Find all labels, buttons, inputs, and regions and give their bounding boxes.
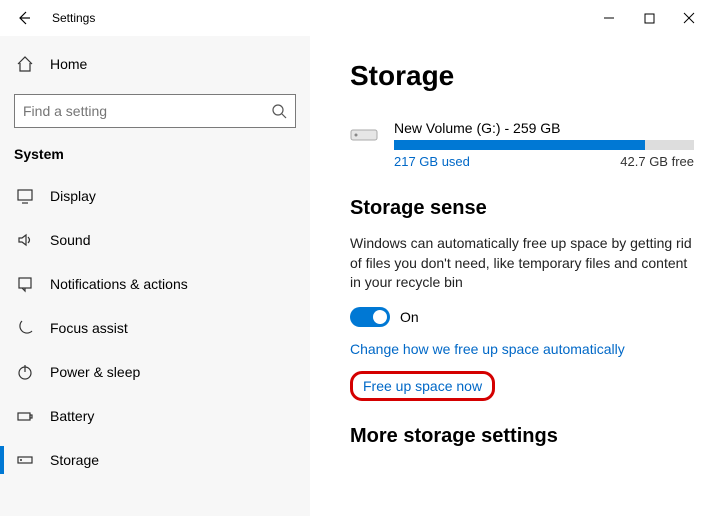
sidebar-item-notifications[interactable]: Notifications & actions bbox=[0, 262, 296, 306]
home-label: Home bbox=[50, 56, 87, 72]
storage-bar bbox=[394, 140, 694, 150]
display-icon bbox=[14, 187, 36, 205]
sidebar-item-label: Notifications & actions bbox=[50, 276, 188, 292]
toggle-label: On bbox=[400, 309, 419, 325]
sidebar-item-power-sleep[interactable]: Power & sleep bbox=[0, 350, 296, 394]
sidebar-item-label: Focus assist bbox=[50, 320, 128, 336]
drive-summary[interactable]: New Volume (G:) - 259 GB 217 GB used 42.… bbox=[350, 120, 697, 169]
maximize-button[interactable] bbox=[629, 2, 669, 34]
home-link[interactable]: Home bbox=[14, 46, 296, 82]
sidebar-item-focus-assist[interactable]: Focus assist bbox=[0, 306, 296, 350]
search-field[interactable] bbox=[23, 103, 271, 119]
sound-icon bbox=[14, 231, 36, 249]
link-change-free-up[interactable]: Change how we free up space automaticall… bbox=[350, 341, 697, 357]
focus-assist-icon bbox=[14, 319, 36, 337]
drive-name: New Volume (G:) - 259 GB bbox=[394, 120, 697, 136]
sidebar-item-label: Sound bbox=[50, 232, 90, 248]
sidebar-item-label: Power & sleep bbox=[50, 364, 140, 380]
search-icon bbox=[271, 103, 287, 119]
storage-bar-fill bbox=[394, 140, 645, 150]
sidebar-item-storage[interactable]: Storage bbox=[0, 438, 296, 482]
window-title: Settings bbox=[52, 11, 95, 25]
storage-sense-description: Windows can automatically free up space … bbox=[350, 234, 697, 293]
sidebar-item-sound[interactable]: Sound bbox=[0, 218, 296, 262]
highlight-annotation: Free up space now bbox=[350, 371, 495, 401]
storage-sense-title: Storage sense bbox=[350, 197, 697, 220]
notifications-icon bbox=[14, 275, 36, 293]
battery-icon bbox=[14, 407, 36, 425]
page-title: Storage bbox=[350, 60, 697, 92]
maximize-icon bbox=[644, 13, 655, 24]
search-input[interactable] bbox=[14, 94, 296, 128]
sidebar-item-label: Display bbox=[50, 188, 96, 204]
storage-free: 42.7 GB free bbox=[620, 154, 694, 169]
close-button[interactable] bbox=[669, 2, 709, 34]
category-label: System bbox=[14, 146, 296, 162]
sidebar-item-display[interactable]: Display bbox=[0, 174, 296, 218]
toggle-knob bbox=[373, 310, 387, 324]
sidebar: Home System Display Sound Notifications … bbox=[0, 36, 310, 516]
storage-sense-toggle[interactable] bbox=[350, 307, 390, 327]
sidebar-item-label: Storage bbox=[50, 452, 99, 468]
minimize-icon bbox=[603, 12, 615, 24]
link-free-up-now[interactable]: Free up space now bbox=[363, 378, 482, 394]
storage-used: 217 GB used bbox=[394, 154, 470, 169]
sidebar-item-label: Battery bbox=[50, 408, 94, 424]
drive-icon bbox=[350, 124, 380, 147]
minimize-button[interactable] bbox=[589, 2, 629, 34]
more-storage-title: More storage settings bbox=[350, 425, 697, 448]
back-arrow-icon bbox=[16, 10, 32, 26]
power-icon bbox=[14, 363, 36, 381]
content: Storage New Volume (G:) - 259 GB 217 GB … bbox=[310, 36, 717, 516]
storage-icon bbox=[14, 451, 36, 469]
back-button[interactable] bbox=[8, 2, 40, 34]
sidebar-item-battery[interactable]: Battery bbox=[0, 394, 296, 438]
home-icon bbox=[14, 55, 36, 73]
close-icon bbox=[683, 12, 695, 24]
